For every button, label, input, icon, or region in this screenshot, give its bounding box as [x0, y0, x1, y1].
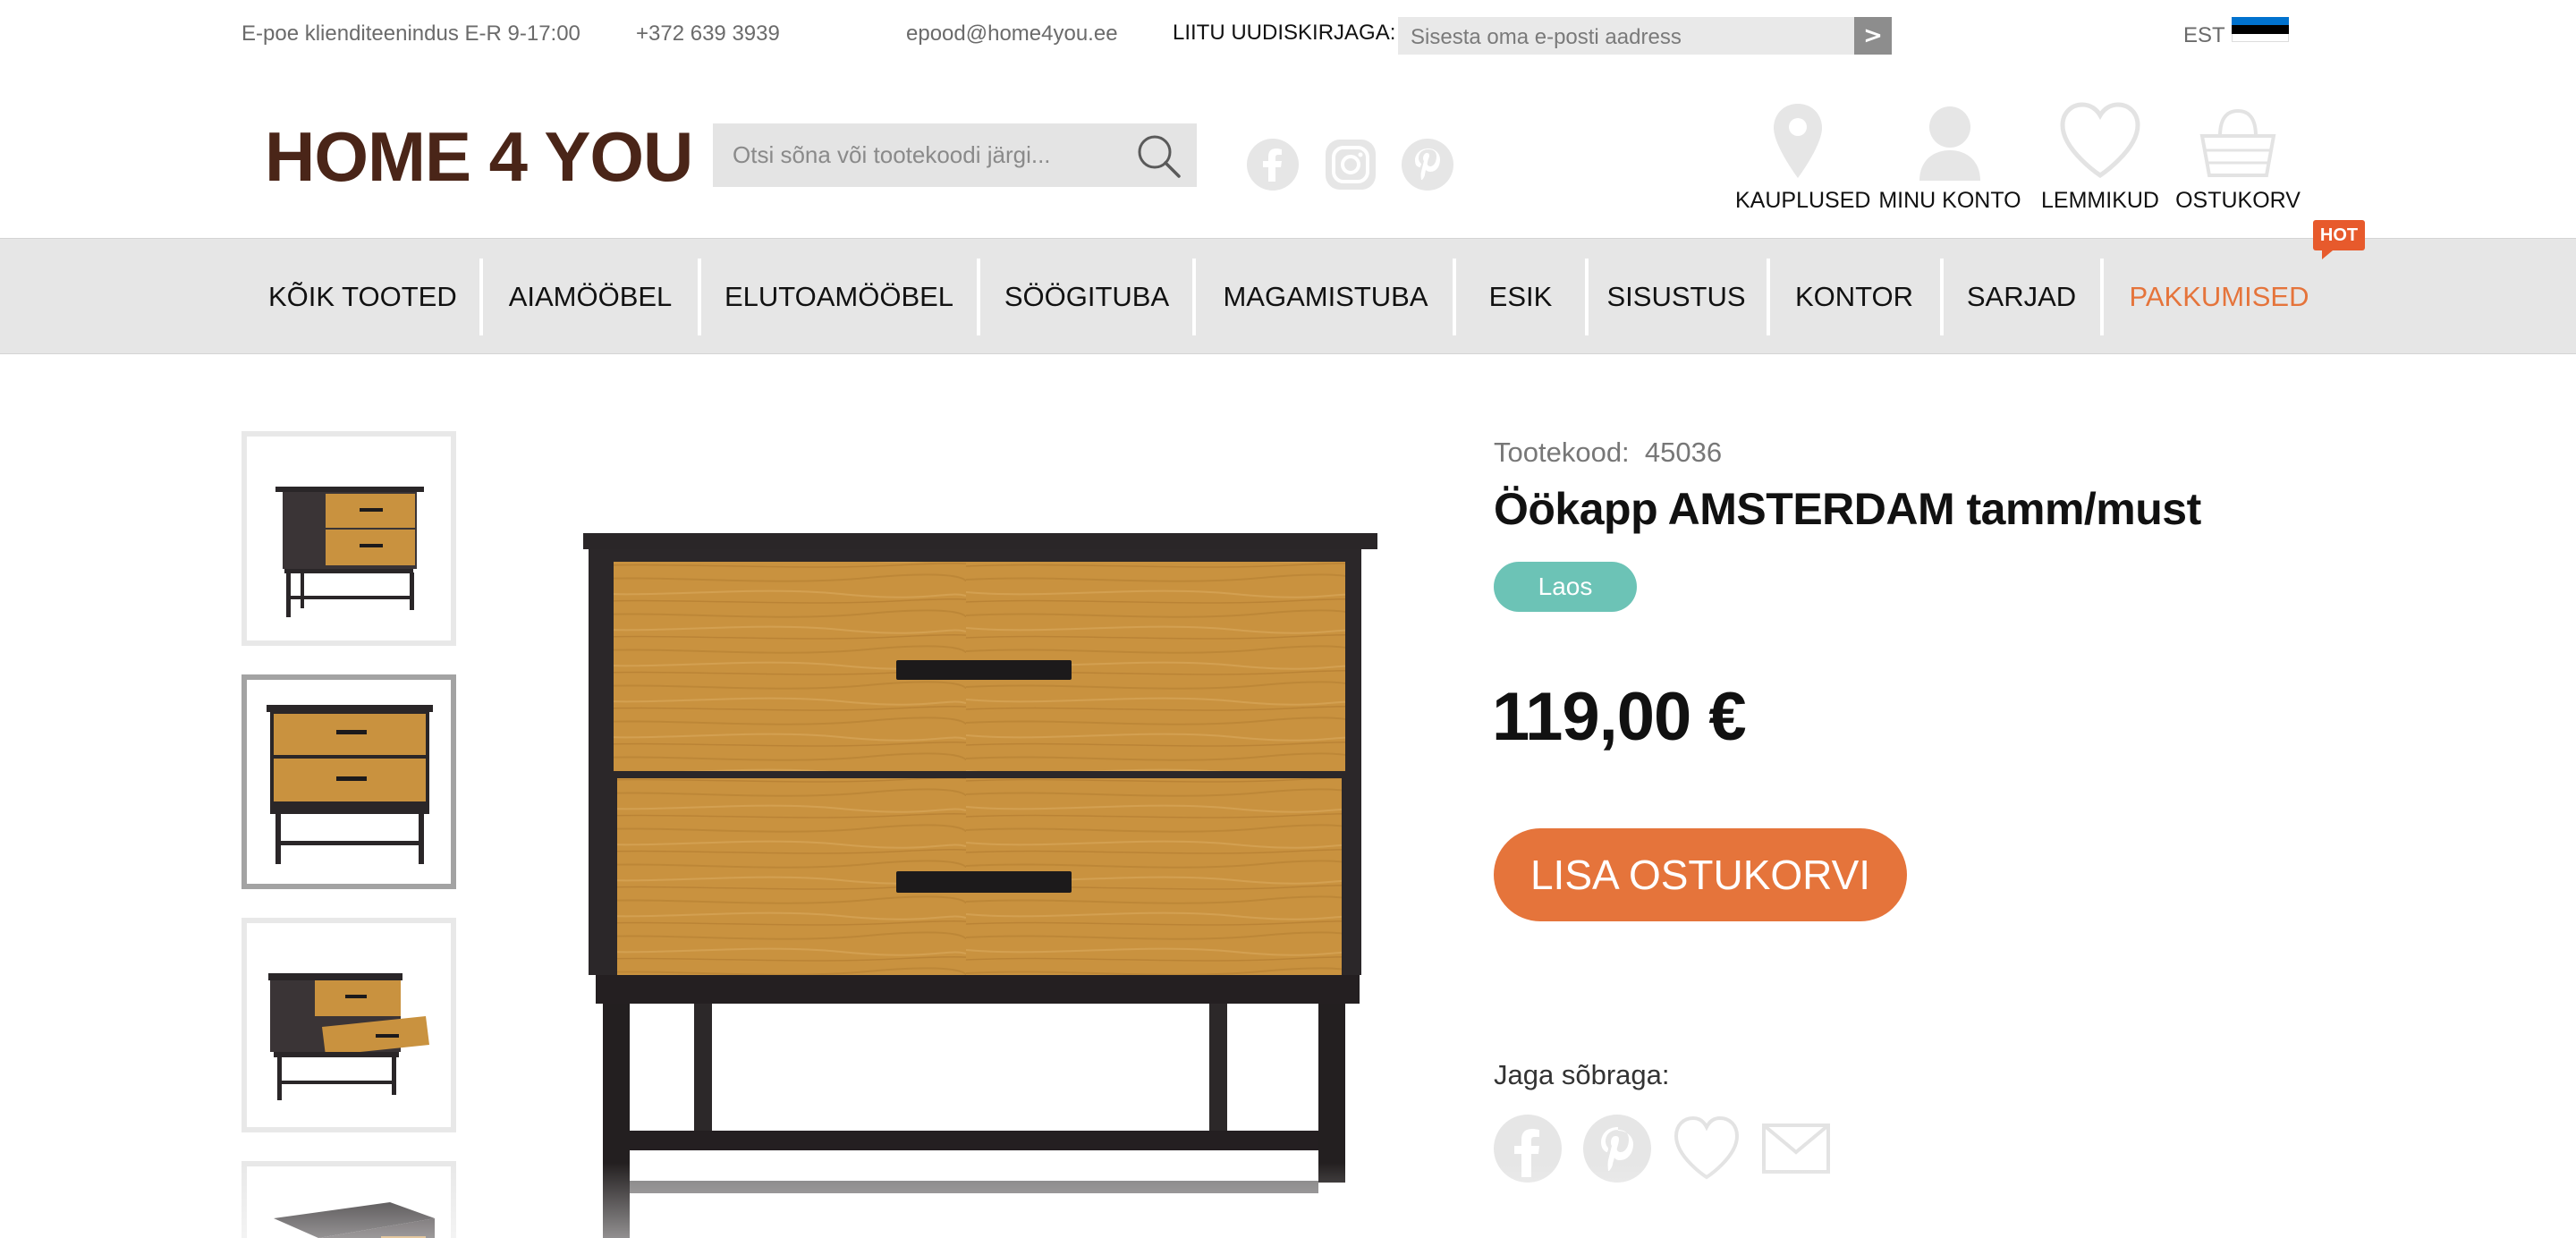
nav-divider — [698, 259, 701, 335]
facebook-icon[interactable] — [1492, 1113, 1563, 1184]
my-account-label: MINU KONTO — [1878, 188, 2021, 213]
cart-label: OSTUKORV — [2175, 188, 2301, 213]
nav-living-room[interactable]: ELUTOAMÖÖBEL — [721, 239, 957, 355]
nav-all-products[interactable]: KÕIK TOOTED — [268, 239, 457, 355]
instagram-icon[interactable] — [1323, 137, 1378, 192]
newsletter-label: LIITU UUDISKIRJAGA: — [1173, 21, 1396, 45]
estonian-flag-icon[interactable] — [2232, 17, 2289, 42]
nav-dining-room[interactable]: SÖÖGITUBA — [1000, 239, 1174, 355]
product-thumbnail-2[interactable] — [242, 674, 456, 889]
nav-series[interactable]: SARJAD — [1961, 239, 2082, 355]
product-thumbnail-1[interactable] — [242, 431, 456, 646]
product-thumbnail-4[interactable] — [242, 1161, 456, 1238]
service-hours-text: E-poe klienditeenindus E-R 9-17:00 — [242, 21, 580, 46]
nav-divider — [2100, 259, 2104, 335]
favorites-label: LEMMIKUD — [2041, 188, 2159, 213]
nav-bedroom[interactable]: MAGAMISTUBA — [1216, 239, 1435, 355]
top-bar: E-poe klienditeenindus E-R 9-17:00 +372 … — [0, 0, 2576, 72]
cart-link[interactable]: OSTUKORV — [2175, 100, 2301, 214]
stock-status-badge: Laos — [1494, 562, 1637, 612]
nav-divider — [977, 259, 980, 335]
site-logo[interactable]: HOME 4 YOU — [265, 116, 693, 198]
search-box — [713, 123, 1197, 187]
product-code-value: 45036 — [1644, 437, 1723, 468]
thumbnail-image — [268, 973, 429, 1100]
stores-label: KAUPLUSED — [1735, 188, 1871, 213]
search-icon[interactable] — [1132, 131, 1186, 181]
nav-divider — [479, 259, 483, 335]
nav-divider — [1767, 259, 1770, 335]
language-selector[interactable]: EST — [2183, 23, 2225, 48]
location-pin-icon — [1774, 104, 1822, 178]
email-link[interactable]: epood@home4you.ee — [906, 21, 1118, 47]
nav-offers[interactable]: PAKKUMISED — [2122, 239, 2317, 355]
pinterest-icon[interactable] — [1581, 1113, 1653, 1184]
nav-hallway[interactable]: ESIK — [1474, 239, 1567, 355]
product-title: Öökapp AMSTERDAM tamm/must — [1494, 484, 2201, 534]
newsletter-submit-button[interactable]: > — [1854, 17, 1892, 55]
basket-icon — [2199, 108, 2276, 177]
main-product-image[interactable] — [572, 501, 1395, 1238]
search-input[interactable] — [713, 123, 1124, 187]
product-code-label: Tootekood: — [1494, 437, 1630, 468]
nav-office[interactable]: KONTOR — [1787, 239, 1921, 355]
heart-icon — [2060, 102, 2140, 179]
hot-badge: HOT — [2313, 220, 2365, 259]
product-code: Tootekood: 45036 — [1494, 437, 1722, 469]
heart-icon[interactable] — [1671, 1113, 1742, 1184]
newsletter-email-input[interactable] — [1398, 17, 1854, 55]
phone-link[interactable]: +372 639 3939 — [636, 21, 780, 47]
thumbnail-image — [267, 705, 433, 864]
main-navigation: KÕIK TOOTED AIAMÖÖBEL ELUTOAMÖÖBEL SÖÖGI… — [0, 238, 2576, 354]
thumbnail-image — [275, 487, 424, 617]
nav-divider — [1453, 259, 1456, 335]
mail-icon[interactable] — [1760, 1113, 1832, 1184]
thumbnail-image — [274, 1202, 435, 1238]
product-thumbnail-3[interactable] — [242, 918, 456, 1132]
nav-divider — [1192, 259, 1196, 335]
nav-decor[interactable]: SISUSTUS — [1606, 239, 1746, 355]
facebook-icon[interactable] — [1245, 137, 1301, 192]
favorites-link[interactable]: LEMMIKUD — [2038, 100, 2163, 214]
nav-divider — [1585, 259, 1589, 335]
pinterest-icon[interactable] — [1400, 137, 1455, 192]
stores-link[interactable]: KAUPLUSED — [1735, 100, 1871, 214]
user-icon — [1919, 106, 1980, 181]
nav-divider — [1940, 259, 1944, 335]
my-account-link[interactable]: MINU KONTO — [1878, 100, 2021, 214]
product-price: 119,00 € — [1492, 679, 1747, 755]
share-label: Jaga sõbraga: — [1494, 1059, 1670, 1090]
add-to-cart-button[interactable]: LISA OSTUKORVI — [1494, 828, 1907, 921]
nav-garden-furniture[interactable]: AIAMÖÖBEL — [504, 239, 676, 355]
